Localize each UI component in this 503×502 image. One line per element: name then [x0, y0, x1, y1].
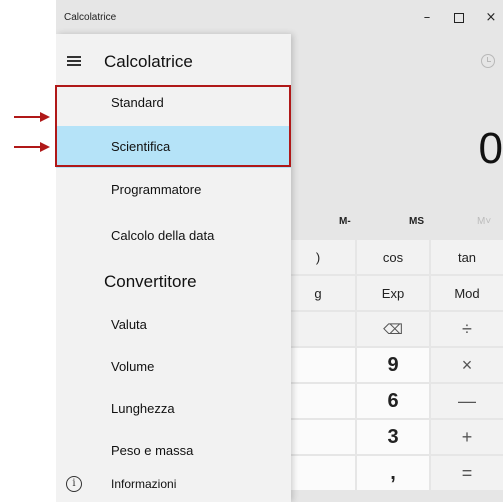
key-mod[interactable]: Mod — [431, 276, 503, 310]
nav-item-lunghezza[interactable]: Lunghezza — [56, 388, 291, 430]
minus-button[interactable]: — — [431, 384, 503, 418]
nav-item-label: Programmatore — [111, 182, 202, 197]
key-cos[interactable]: cos — [357, 240, 429, 274]
maximize-button[interactable] — [444, 8, 474, 28]
result-display: 0 — [478, 124, 503, 173]
memory-subtract-button[interactable]: M- — [339, 216, 351, 227]
navigation-pane: Calcolatrice Standard Scientifica Progra… — [56, 34, 291, 502]
key-blank-row6[interactable] — [281, 420, 355, 454]
memory-list-button[interactable]: M˅ — [477, 216, 491, 227]
nav-item-label: Volume — [111, 359, 155, 374]
key-tan[interactable]: tan — [431, 240, 503, 274]
nav-item-volume[interactable]: Volume — [56, 346, 291, 388]
info-icon: i — [66, 476, 82, 492]
nav-item-label: Standard — [111, 95, 164, 110]
nav-item-standard[interactable]: Standard — [56, 82, 291, 124]
backspace-button[interactable]: ⌫ — [357, 312, 429, 346]
nav-item-programmatore[interactable]: Programmatore — [56, 169, 291, 211]
calculator-main: 0 M- MS M˅ ) cos tan g Exp Mod ⌫ ÷ 9 × 6… — [281, 34, 503, 502]
title-bar: Calcolatrice – × — [56, 0, 503, 34]
key-blank-row7[interactable] — [281, 456, 355, 490]
key-blank-row3[interactable] — [281, 312, 355, 346]
section-header-convertitore: Convertitore — [104, 272, 197, 291]
nav-item-label: Valuta — [111, 317, 147, 332]
digit-6-button[interactable]: 6 — [357, 384, 429, 418]
nav-item-label: Peso e massa — [111, 443, 194, 458]
key-blank-row4[interactable] — [281, 348, 355, 382]
decimal-separator-button[interactable]: , — [357, 456, 429, 490]
nav-item-calcolo-della-data[interactable]: Calcolo della data — [56, 215, 291, 257]
arrow-right-icon — [14, 142, 50, 152]
minimize-button[interactable]: – — [412, 8, 442, 28]
equals-button[interactable]: = — [431, 456, 503, 490]
nav-item-informazioni[interactable]: i Informazioni — [56, 464, 291, 502]
nav-item-label: Lunghezza — [111, 401, 175, 416]
maximize-icon — [454, 12, 464, 23]
memory-store-button[interactable]: MS — [409, 216, 424, 227]
info-label: Informazioni — [111, 477, 177, 491]
arrow-right-icon — [14, 112, 50, 122]
nav-item-label: Scientifica — [111, 139, 171, 154]
digit-9-button[interactable]: 9 — [357, 348, 429, 382]
memory-row: M- MS M˅ — [291, 210, 503, 236]
nav-title: Calcolatrice — [104, 52, 193, 71]
digit-3-button[interactable]: 3 — [357, 420, 429, 454]
nav-item-scientifica[interactable]: Scientifica — [56, 126, 291, 168]
key-partial-row2[interactable]: g — [281, 276, 355, 310]
multiply-button[interactable]: × — [431, 348, 503, 382]
key-exp[interactable]: Exp — [357, 276, 429, 310]
plus-button[interactable]: + — [431, 420, 503, 454]
history-icon[interactable] — [481, 54, 495, 68]
close-button[interactable]: × — [476, 8, 503, 28]
calculator-window: Calcolatrice – × 0 M- MS M˅ ) cos tan g … — [56, 0, 503, 502]
nav-item-label: Calcolo della data — [111, 228, 215, 243]
window-title: Calcolatrice — [64, 12, 117, 23]
hamburger-icon[interactable] — [67, 56, 81, 66]
key-partial-row1[interactable]: ) — [281, 240, 355, 274]
divide-button[interactable]: ÷ — [431, 312, 503, 346]
key-blank-row5[interactable] — [281, 384, 355, 418]
nav-item-valuta[interactable]: Valuta — [56, 304, 291, 346]
